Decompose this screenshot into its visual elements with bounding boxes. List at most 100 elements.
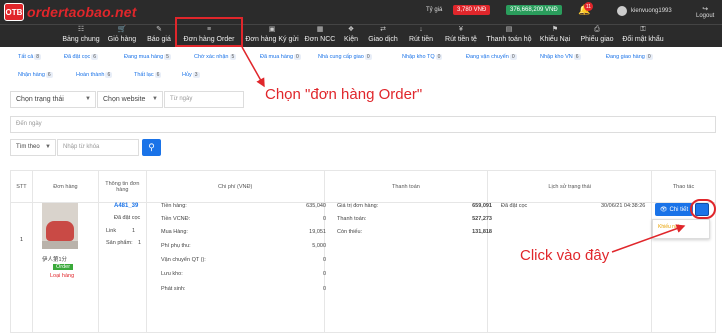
order-code-link[interactable]: A481_39	[114, 203, 138, 209]
balance-value: 376,668,209 VNĐ	[506, 5, 562, 15]
link-count: 1	[132, 228, 136, 234]
keyword-input[interactable]: Nhập từ khóa	[57, 139, 139, 156]
eye-icon: 👁	[659, 207, 668, 213]
withdraw-icon: ↓	[419, 26, 423, 33]
col-order: Đơn hàng	[31, 170, 99, 203]
tab-buying[interactable]: Đang mua hàng 5	[124, 54, 171, 60]
cost-label: Mua Hàng:	[161, 229, 188, 235]
username[interactable]: kienvuong1993	[631, 8, 672, 14]
detail-button[interactable]: 👁 Chi tiết	[655, 203, 693, 216]
dashboard-icon: ☷	[77, 26, 85, 33]
complaint-icon: ⚑	[551, 26, 559, 33]
tab-vn-warehouse[interactable]: Nhập kho VN 6	[540, 54, 581, 60]
tab-pending[interactable]: Chờ xác nhận 5	[194, 54, 237, 60]
nav-item-cart[interactable]: 🛒 Giỏ hàng	[105, 25, 139, 48]
complaint-menu-item[interactable]: Khiếu nại	[658, 224, 679, 230]
search-button[interactable]: ⚲	[142, 139, 161, 156]
highlight-circle	[690, 199, 716, 219]
nav-item-dashboard[interactable]: ☷ Bảng chung	[60, 25, 102, 48]
nav-item-currency[interactable]: ¥ Rút tiền tệ	[440, 25, 482, 48]
tab-shipping[interactable]: Đang vận chuyển 0	[466, 54, 517, 60]
avatar[interactable]	[617, 6, 627, 16]
cost-value: 635,040	[306, 203, 326, 209]
cost-value: 5,000	[312, 243, 326, 249]
nav-item-consignment[interactable]: ▣ Đơn hàng Ký gửi	[244, 25, 300, 48]
actions-dropdown: Khiếu nại	[652, 219, 710, 239]
row-info-cell	[97, 202, 147, 333]
website-select[interactable]: Chọn website ▼	[97, 91, 163, 108]
history-status: Đã đặt cọc	[501, 203, 528, 209]
shop-name: 伊人第1分	[42, 257, 68, 263]
tab-cn-warehouse[interactable]: Nhập kho TQ 0	[402, 54, 443, 60]
delivery-icon: ⎙	[594, 26, 600, 33]
order-status: Đã đặt cọc	[114, 215, 141, 221]
supplier-icon: ▦	[316, 26, 324, 33]
annotation-click-here: Click vào đây	[520, 247, 610, 264]
cost-value: 0	[322, 286, 326, 292]
from-date-input[interactable]: Từ ngày	[164, 91, 244, 108]
product-type-link[interactable]: Loại hàng	[50, 273, 74, 279]
products-label: Sản phẩm:	[106, 240, 133, 246]
tab-all[interactable]: Tất cả 8	[18, 54, 42, 60]
to-date-input[interactable]: Đến ngày	[10, 116, 716, 133]
search-icon: ⚲	[148, 142, 155, 152]
history-time: 30/06/21 04:38:26	[601, 203, 646, 209]
status-select[interactable]: Chọn trạng thái ▼	[10, 91, 96, 108]
nav-item-withdraw[interactable]: ↓ Rút tiền	[404, 25, 438, 48]
payment-label: Thanh toán:	[337, 216, 367, 222]
top-bar: OTB ordertaobao.net Tỷ giá 3,780 VNĐ 376…	[0, 0, 722, 24]
exchange-rate-value: 3,780 VNĐ	[453, 5, 491, 15]
nav-item-complaint[interactable]: ⚑ Khiếu Nại	[536, 25, 574, 48]
nav-item-payment[interactable]: ▤ Thanh toán hộ	[484, 25, 534, 48]
tab-received[interactable]: Nhận hàng 6	[18, 72, 53, 78]
tab-deposited[interactable]: Đã đặt cọc 6	[64, 54, 99, 60]
cart-icon: 🛒	[117, 26, 127, 33]
nav-item-quote[interactable]: ✎ Báo giá	[142, 25, 176, 48]
product-image-shape	[46, 221, 74, 241]
nav-item-supplier[interactable]: ▦ Đơn NCC	[302, 25, 338, 48]
col-costs: Chi phí (VNĐ)	[145, 170, 325, 203]
nav-item-password[interactable]: ⚿ Đổi mật khẩu	[618, 25, 668, 48]
logout-button[interactable]: ↪ Logout	[696, 6, 714, 19]
logo-text: ordertaobao.net	[27, 4, 137, 20]
tab-delivering[interactable]: Đang giao hàng 0	[606, 54, 653, 60]
cost-label: Tiền VCNĐ:	[161, 216, 191, 222]
table-row: 1	[10, 202, 716, 333]
col-history: Lịch sử trạng thái	[487, 170, 653, 203]
tab-lost[interactable]: Thất lạc 6	[134, 72, 162, 78]
tab-cancelled[interactable]: Hủy 3	[182, 72, 200, 78]
nav-item-package[interactable]: ❖ Kiện	[340, 25, 362, 48]
cost-label: Tiền hàng:	[161, 203, 187, 209]
nav-item-delivery[interactable]: ⎙ Phiếu giao	[578, 25, 616, 48]
nav-item-transaction[interactable]: ⇄ Giao dịch	[364, 25, 402, 48]
payment-value: 659,091	[472, 203, 492, 209]
product-thumbnail[interactable]	[42, 203, 78, 249]
site-logo[interactable]: OTB ordertaobao.net	[4, 3, 137, 21]
table-header-row: STT Đơn hàng Thông tin đơn hàng Chi phí …	[10, 170, 716, 203]
cost-label: Phát sinh:	[161, 286, 186, 292]
col-payment: Thanh toán	[323, 170, 489, 203]
logo-badge: OTB	[4, 3, 24, 21]
tab-supplier-shipping[interactable]: Nhà cung cấp giao 0	[318, 54, 372, 60]
payment-value: 527,273	[472, 216, 492, 222]
row-stt: 1	[19, 237, 24, 243]
tab-completed[interactable]: Hoàn thành 6	[76, 72, 113, 78]
main-nav: ☷ Bảng chung 🛒 Giỏ hàng ✎ Báo giá ≡ Đơn hàng…	[0, 24, 722, 47]
link-label: Link	[106, 228, 117, 234]
chevron-down-icon: ▼	[45, 144, 51, 150]
cost-value: 0	[322, 257, 326, 263]
orders-table: STT Đơn hàng Thông tin đơn hàng Chi phí …	[10, 170, 716, 333]
cost-value: 0	[322, 216, 326, 222]
cost-value: 19,051	[309, 229, 326, 235]
cost-label: Lưu kho:	[161, 271, 183, 277]
col-stt: STT	[10, 170, 33, 203]
search-by-select[interactable]: Tìm theo ▼	[10, 139, 56, 156]
exchange-rate-label: Tỷ giá	[426, 7, 443, 13]
chevron-down-icon: ▼	[152, 96, 158, 102]
payment-label: Giá trị đơn hàng:	[337, 203, 379, 209]
transaction-icon: ⇄	[380, 26, 386, 33]
notification-count: 11	[584, 2, 593, 11]
tab-bought[interactable]: Đã mua hàng 0	[260, 54, 301, 60]
cost-value: 0	[322, 271, 326, 277]
order-type-badge: Order	[53, 264, 74, 270]
